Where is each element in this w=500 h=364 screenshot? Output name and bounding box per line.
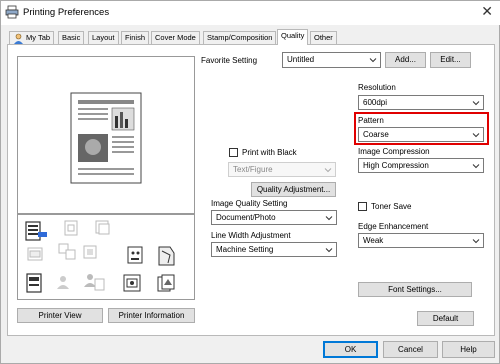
cancel-label: Cancel [398,345,423,354]
printer-information-button[interactable]: Printer Information [108,308,195,323]
default-label: Default [432,314,459,323]
image-quality-value: Document/Photo [216,213,276,222]
pattern-value: Coarse [363,130,389,139]
edge-enhancement-select[interactable]: Weak [358,233,484,248]
chevron-down-icon [325,216,333,221]
title-bar: Printing Preferences ✕ [1,1,500,25]
font-settings-label: Font Settings... [388,285,442,294]
text-figure-value: Text/Figure [233,165,273,174]
printing-preferences-window: Printing Preferences ✕ My Tab Basic Layo… [0,0,500,364]
chevron-down-icon [325,248,333,253]
edge-enhancement-label: Edge Enhancement [358,222,429,231]
tab-stamp-composition[interactable]: Stamp/Composition [203,31,277,44]
tab-label: Other [314,33,333,42]
image-compression-select[interactable]: High Compression [358,158,484,173]
chevron-down-icon [369,58,377,63]
pattern-select[interactable]: Coarse [358,127,484,142]
tab-label: Layout [92,33,115,42]
image-quality-setting-label: Image Quality Setting [211,199,288,208]
user-auth-icon [57,276,69,289]
chevron-down-icon [472,101,480,106]
tab-label: Cover Mode [155,33,196,42]
overlay-icon [157,274,175,292]
finisher-icon [95,220,110,235]
cancel-button[interactable]: Cancel [383,341,438,358]
tab-cover-mode[interactable]: Cover Mode [151,31,200,44]
edge-enhancement-value: Weak [363,236,384,245]
print-with-black-checkbox[interactable] [229,148,238,157]
help-label: Help [460,345,477,354]
tab-finish[interactable]: Finish [121,31,150,44]
tab-basic[interactable]: Basic [58,31,85,44]
resolution-select[interactable]: 600dpi [358,95,484,110]
image-quality-select[interactable]: Document/Photo [211,210,337,225]
printer-information-label: Printer Information [118,311,185,320]
help-button[interactable]: Help [442,341,495,358]
font-settings-button[interactable]: Font Settings... [358,282,472,297]
quality-adjustment-label: Quality Adjustment... [256,185,331,194]
close-icon[interactable]: ✕ [481,4,493,20]
add-favorite-button[interactable]: Add... [385,52,426,68]
tab-label: Quality [281,31,305,40]
printer-output-icon [25,221,47,241]
window-title: Printing Preferences [23,7,110,18]
chevron-down-icon [472,239,480,244]
image-compression-label: Image Compression [358,147,430,156]
tab-label: My Tab [26,33,51,42]
chevron-down-icon [472,164,480,169]
chevron-down-icon [324,168,332,173]
ok-button[interactable]: OK [323,341,378,358]
document-preview-icon [70,92,142,184]
resolution-label: Resolution [358,83,396,92]
person-icon [14,33,23,44]
ok-label: OK [344,345,357,354]
tab-label: Finish [125,33,146,42]
printer-view-label: Printer View [38,311,82,320]
printer-view-button[interactable]: Printer View [17,308,103,323]
account-track-icon [84,274,105,291]
quality-adjustment-button[interactable]: Quality Adjustment... [251,182,336,197]
printer-preview [17,214,195,300]
document-icon [26,273,42,293]
printer-icon [5,5,19,19]
multi-page-icon [58,243,76,260]
booklet-icon [83,245,97,259]
tab-label: Basic [62,33,81,42]
line-width-adjustment-label: Line Width Adjustment [211,231,291,240]
staple-icon [64,220,78,236]
print-with-black-label: Print with Black [242,148,297,157]
tab-other[interactable]: Other [310,31,337,44]
tab-quality[interactable]: Quality [277,29,309,45]
add-favorite-label: Add... [395,55,416,64]
resolution-value: 600dpi [363,98,388,107]
stamp-icon [123,274,141,292]
favorite-setting-value: Untitled [287,55,315,64]
edit-favorite-button[interactable]: Edit... [430,52,471,68]
favorite-setting-label: Favorite Setting [201,56,258,65]
text-figure-select: Text/Figure [228,162,336,177]
page-preview [17,56,195,214]
line-width-value: Machine Setting [216,245,274,254]
punch-icon [127,246,143,264]
quality-tab-panel: Printer View Printer Information Favorit… [7,44,495,336]
toner-save-checkbox[interactable] [358,202,367,211]
fold-icon [158,246,175,266]
image-compression-value: High Compression [363,161,429,170]
default-button[interactable]: Default [417,311,474,326]
toner-save-label: Toner Save [371,202,412,211]
pattern-label: Pattern [358,116,384,125]
tab-label: Stamp/Composition [207,33,273,42]
tray-icon [27,247,43,261]
favorite-setting-select[interactable]: Untitled [282,52,381,68]
tab-my-tab[interactable]: My Tab [9,31,55,44]
line-width-select[interactable]: Machine Setting [211,242,337,257]
tab-layout[interactable]: Layout [88,31,119,44]
edit-favorite-label: Edit... [440,55,461,64]
chevron-down-icon [472,133,480,138]
